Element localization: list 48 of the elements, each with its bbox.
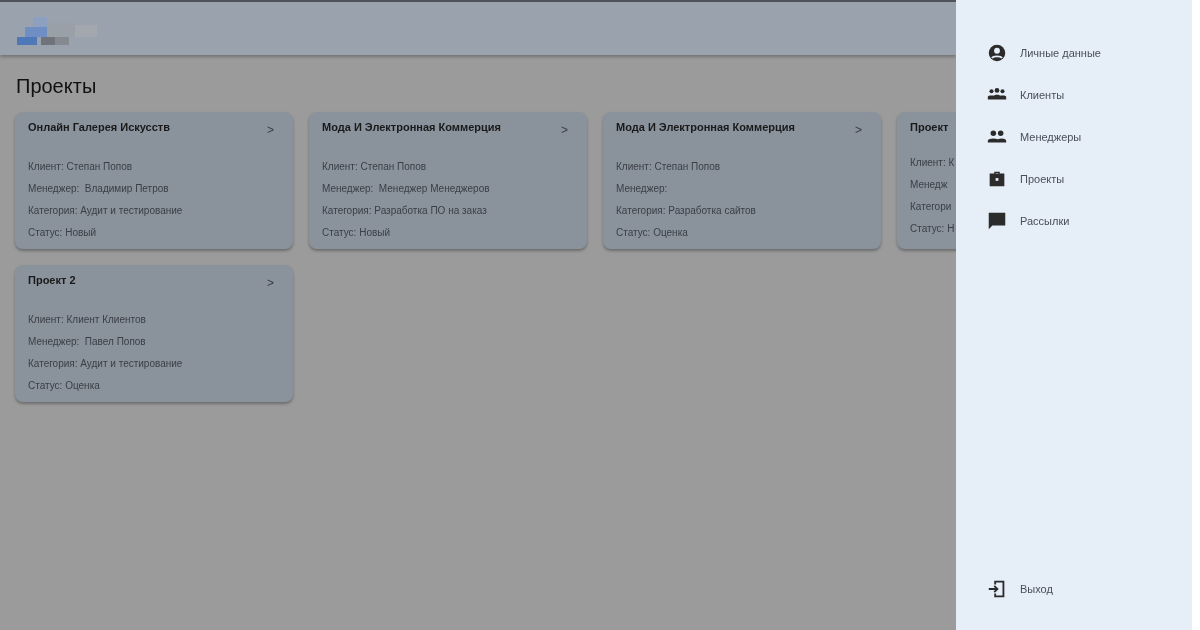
menu-item-label: Клиенты (1020, 89, 1065, 101)
project-detail: Категория: Разработка ПО на заказ (322, 204, 487, 217)
project-detail: Статус: Оценка (28, 379, 100, 392)
chevron-icon[interactable]: > (267, 123, 274, 137)
project-title: Проект 2 (28, 274, 76, 286)
project-detail: Статус: Новый (28, 226, 97, 239)
chevron-icon[interactable]: > (561, 123, 568, 137)
project-detail: Менедж (910, 178, 948, 191)
menu-item[interactable]: Личные данные (986, 32, 1192, 74)
project-card[interactable]: Проект Клиент: К Менедж Категори Статус: Н (897, 112, 956, 249)
menu-item[interactable]: Проекты (986, 158, 1192, 200)
project-title: Мода И Электронная Коммерция (322, 121, 501, 133)
menu-item[interactable]: Клиенты (986, 74, 1192, 116)
project-detail: Клиент: Клиент Клиентов (28, 313, 146, 326)
menu-item[interactable]: Выход (986, 568, 1192, 610)
project-detail: Категория: Разработка сайтов (616, 204, 756, 217)
menu-item-label: Выход (1020, 583, 1053, 595)
menu-item-label: Личные данные (1020, 47, 1101, 59)
project-detail: Клиент: Степан Попов (322, 160, 427, 173)
menu-item[interactable]: Рассылки (986, 200, 1192, 242)
menu-item-label: Проекты (1020, 173, 1065, 185)
project-title: Мода И Электронная Коммерция (616, 121, 795, 133)
chevron-icon[interactable]: > (855, 123, 862, 137)
project-card[interactable]: Мода И Электронная Коммерция > Клиент: Степан Попов Менеджер: Категория: Разработка сайтов Статус: Оценка (603, 112, 881, 249)
project-detail: Менеджер: (616, 182, 668, 195)
menu-item[interactable]: Менеджеры (986, 116, 1192, 158)
menu-item-label: Рассылки (1020, 215, 1070, 227)
project-detail: Статус: Оценка (616, 226, 688, 239)
project-detail: Менеджер: Менеджер Менеджеров (322, 182, 490, 195)
project-detail: Менеджер: Владимир Петров (28, 182, 169, 195)
project-detail: Клиент: Степан Попов (616, 160, 721, 173)
page-title: Проекты (16, 75, 98, 98)
project-detail: Категория: Аудит и тестирование (28, 357, 183, 370)
chevron-icon[interactable]: > (267, 276, 274, 290)
menu-item-label: Менеджеры (1020, 131, 1082, 143)
project-detail: Категория: Аудит и тестирование (28, 204, 183, 217)
project-detail: Категори (910, 200, 952, 213)
project-detail: Менеджер: Павел Попов (28, 335, 146, 348)
project-card[interactable]: Мода И Электронная Коммерция > Клиент: Степан Попов Менеджер: Менеджер Менеджеров Категория: Разработка ПО на заказ Статус: Новый (309, 112, 587, 249)
project-card[interactable]: Онлайн Галерея Искусств > Клиент: Степан Попов Менеджер: Владимир Петров Категория: Аудит и тестирование Статус: Новый (15, 112, 293, 249)
project-title: Онлайн Галерея Искусств (28, 121, 170, 133)
project-detail: Клиент: К (910, 156, 955, 169)
project-detail: Статус: Новый (322, 226, 391, 239)
project-title: Проект (910, 121, 949, 133)
account-icon (986, 42, 1008, 64)
project-detail: Статус: Н (910, 222, 955, 235)
project-detail: Клиент: Степан Попов (28, 160, 133, 173)
project-card[interactable]: Проект 2 > Клиент: Клиент Клиентов Менеджер: Павел Попов Категория: Аудит и тестирование Статус: Оценка (15, 265, 293, 402)
